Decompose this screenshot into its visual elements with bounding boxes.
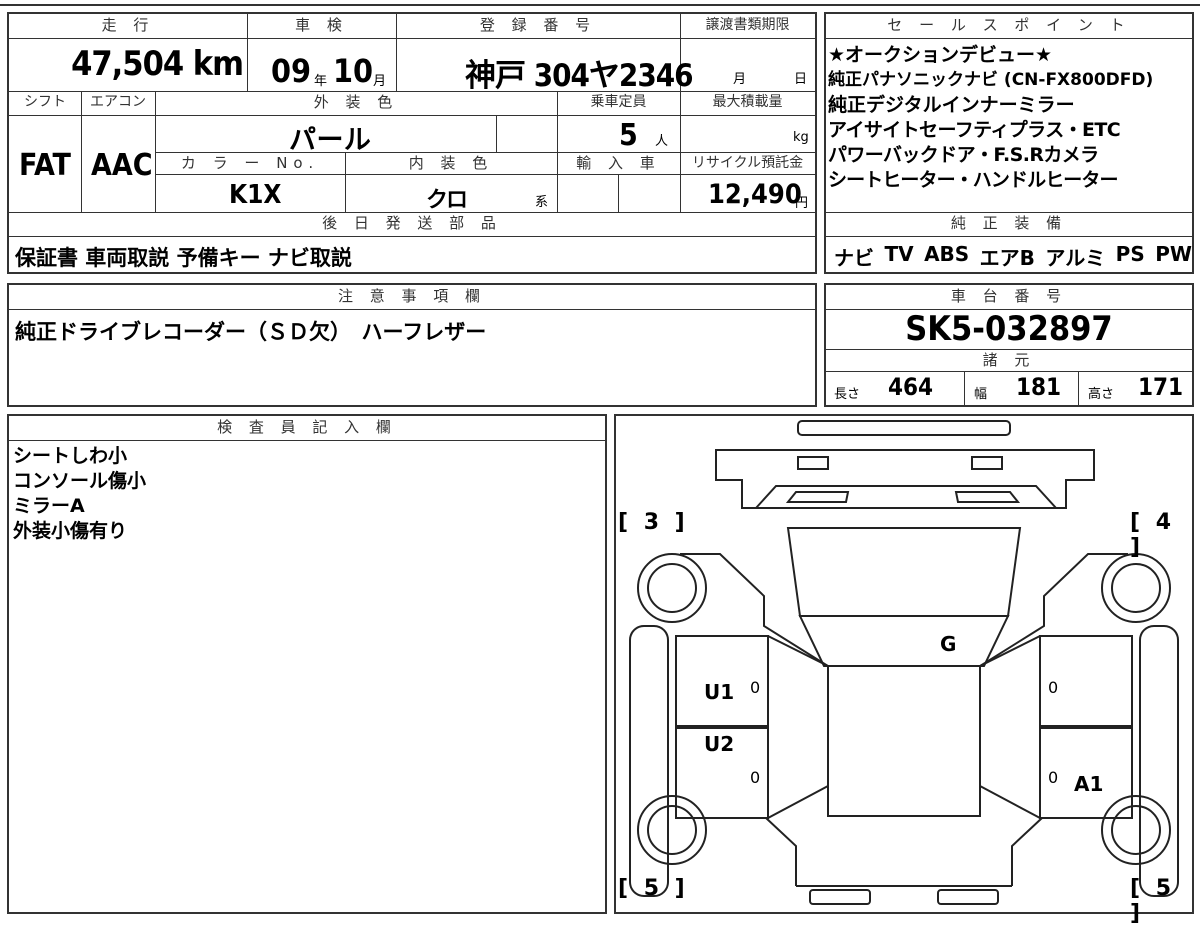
mileage-value: 47,504 km <box>71 44 244 84</box>
color-number-value: K1X <box>229 180 282 210</box>
width-label: 幅 <box>974 387 988 402</box>
inspection-year-unit: 年 <box>314 74 328 89</box>
equipment-item: PW <box>1155 242 1192 266</box>
interior-color-unit: 系 <box>535 195 549 210</box>
shift-header: シフト <box>24 94 66 110</box>
capacity-value: 5 <box>619 118 638 153</box>
aircon-value: AAC <box>91 148 153 183</box>
inspector-panel: 検 査 員 記 入 欄 シートしわ小 コンソール傷小 ミラーA 外装小傷有り <box>7 414 607 914</box>
equipment-item: TV <box>884 242 914 266</box>
inspector-line: 外装小傷有り <box>13 520 128 542</box>
height-value: 171 <box>1138 373 1184 401</box>
zero-mark: 0 <box>750 678 761 697</box>
sales-point-line: ★オークションデビュー★ <box>828 44 1053 66</box>
transfer-deadline-header: 譲渡書類期限 <box>705 17 790 33</box>
damage-mark-u1: U1 <box>704 680 735 704</box>
equipment-header: 純 正 装 備 <box>950 214 1068 232</box>
transfer-day-unit: 日 <box>794 72 808 87</box>
zero-mark: 0 <box>1048 768 1059 787</box>
sales-points-list: ★オークションデビュー★ 純正パナソニックナビ (CN-FX800DFD) 純正… <box>828 43 1192 193</box>
inspection-header: 車 検 <box>295 16 348 34</box>
aircon-header: エアコン <box>90 94 146 110</box>
inspection-month-unit: 月 <box>373 74 387 89</box>
inspector-header: 検 査 員 記 入 欄 <box>217 418 397 436</box>
chassis-panel: 車 台 番 号 SK5-032897 諸 元 長さ 464 幅 181 高さ 1… <box>824 283 1194 407</box>
panel-mark-front-left: [ 5 ] <box>618 876 689 901</box>
inspection-month: 10 <box>333 52 374 90</box>
recycle-deposit-value: 12,490 <box>708 179 802 210</box>
notes-header: 注 意 事 項 欄 <box>337 287 487 305</box>
inspection-year: 09 <box>271 52 312 90</box>
damage-mark-g: G <box>940 632 957 656</box>
panel-mark-front-right: [ 5 ] <box>1130 876 1176 926</box>
zero-mark: 0 <box>1048 678 1059 697</box>
registration-header: 登 録 番 号 <box>479 16 597 34</box>
interior-color-value: クロ <box>426 188 468 213</box>
chassis-header: 車 台 番 号 <box>950 287 1068 305</box>
sales-points-header: セ ー ル ス ポ イ ン ト <box>887 16 1131 34</box>
length-label: 長さ <box>834 387 861 402</box>
chassis-number: SK5-032897 <box>905 309 1113 349</box>
later-parts-header: 後 日 発 送 部 品 <box>322 214 502 232</box>
sales-points-panel: セ ー ル ス ポ イ ン ト ★オークションデビュー★ 純正パナソニックナビ … <box>824 12 1194 274</box>
transfer-month-unit: 月 <box>733 72 747 87</box>
height-label: 高さ <box>1088 387 1115 402</box>
equipment-item: PS <box>1115 242 1145 266</box>
max-load-header: 最大積載量 <box>712 94 783 110</box>
equipment-item: ナビ <box>834 246 874 270</box>
notes-panel: 注 意 事 項 欄 純正ドライブレコーダー（ＳＤ欠） ハーフレザー <box>7 283 817 407</box>
sales-point-line: シートヒーター・ハンドルヒーター <box>828 169 1119 191</box>
max-load-unit: kg <box>793 130 809 145</box>
import-header: 輸 入 車 <box>576 154 661 172</box>
equipment-list: ナビ TV ABS エアB アルミ PS PW <box>834 242 1192 271</box>
equipment-item: エアB <box>979 246 1035 270</box>
top-strip <box>0 0 1200 6</box>
sales-point-line: パワーバックドア・F.S.Rカメラ <box>828 144 1099 166</box>
sales-point-line: アイサイトセーフティプラス・ETC <box>828 119 1121 141</box>
car-condition-diagram: [ 3 ] [ 4 ] [ 5 ] [ 5 ] G U1 U2 A1 0 0 0… <box>614 414 1194 926</box>
panel-mark-rear-left: [ 3 ] <box>618 510 689 535</box>
registration-number: 神戸 304ヤ2346 <box>465 58 694 94</box>
recycle-deposit-header: リサイクル預託金 <box>691 155 804 171</box>
inspector-notes: シートしわ小 コンソール傷小 ミラーA 外装小傷有り <box>13 444 146 544</box>
panel-mark-rear-right: [ 4 ] <box>1130 510 1176 560</box>
width-value: 181 <box>1016 373 1062 401</box>
equipment-item: アルミ <box>1045 246 1106 270</box>
recycle-deposit-unit: 円 <box>795 196 809 211</box>
shift-value: FAT <box>19 148 71 183</box>
notes-value: 純正ドライブレコーダー（ＳＤ欠） ハーフレザー <box>15 320 487 344</box>
damage-mark-a1: A1 <box>1074 772 1104 796</box>
car-outline-drawing <box>629 420 1179 905</box>
mileage-header: 走 行 <box>101 16 155 34</box>
sales-point-line: 純正デジタルインナーミラー <box>828 94 1075 116</box>
color-number-header: カ ラ ー No. <box>180 154 320 172</box>
interior-color-header: 内 装 色 <box>408 154 494 172</box>
specs-header: 諸 元 <box>982 351 1036 369</box>
capacity-header: 乗車定員 <box>590 94 647 110</box>
exterior-color-header: 外 装 色 <box>313 93 399 111</box>
zero-mark: 0 <box>750 768 761 787</box>
capacity-unit: 人 <box>655 134 669 149</box>
later-parts-value: 保証書 車両取説 予備キー ナビ取説 <box>15 246 352 270</box>
inspector-line: コンソール傷小 <box>13 470 147 492</box>
damage-mark-u2: U2 <box>704 732 735 756</box>
vehicle-info-table: 走 行 車 検 登 録 番 号 譲渡書類期限 47,504 km 09 年 10… <box>7 12 817 274</box>
equipment-item: ABS <box>924 242 970 266</box>
sales-point-line: 純正パナソニックナビ (CN-FX800DFD) <box>828 70 1154 90</box>
length-value: 464 <box>888 373 934 401</box>
inspector-line: ミラーA <box>13 495 85 517</box>
inspector-line: シートしわ小 <box>13 445 128 467</box>
